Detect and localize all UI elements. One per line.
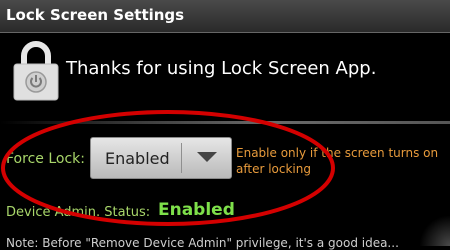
title-bar: Lock Screen Settings [0,0,450,33]
force-lock-dropdown[interactable]: Enabled [90,137,232,179]
note-text: Note: Before "Remove Device Admin" privi… [6,236,399,250]
padlock-icon [13,41,59,101]
force-lock-label: Force Lock: [6,151,85,167]
force-lock-hint: Enable only if the screen turns on after… [236,146,439,176]
scroll-indicator [420,214,450,246]
force-lock-selected-value: Enabled [105,149,170,168]
thanks-message: Thanks for using Lock Screen App. [66,58,377,79]
section-divider [0,121,450,124]
dropdown-separator [181,143,182,173]
chevron-down-icon[interactable] [197,152,217,162]
device-admin-status-value: Enabled [158,200,235,220]
screen-title: Lock Screen Settings [6,6,185,24]
device-admin-status-label: Device Admin. Status: [6,205,151,220]
